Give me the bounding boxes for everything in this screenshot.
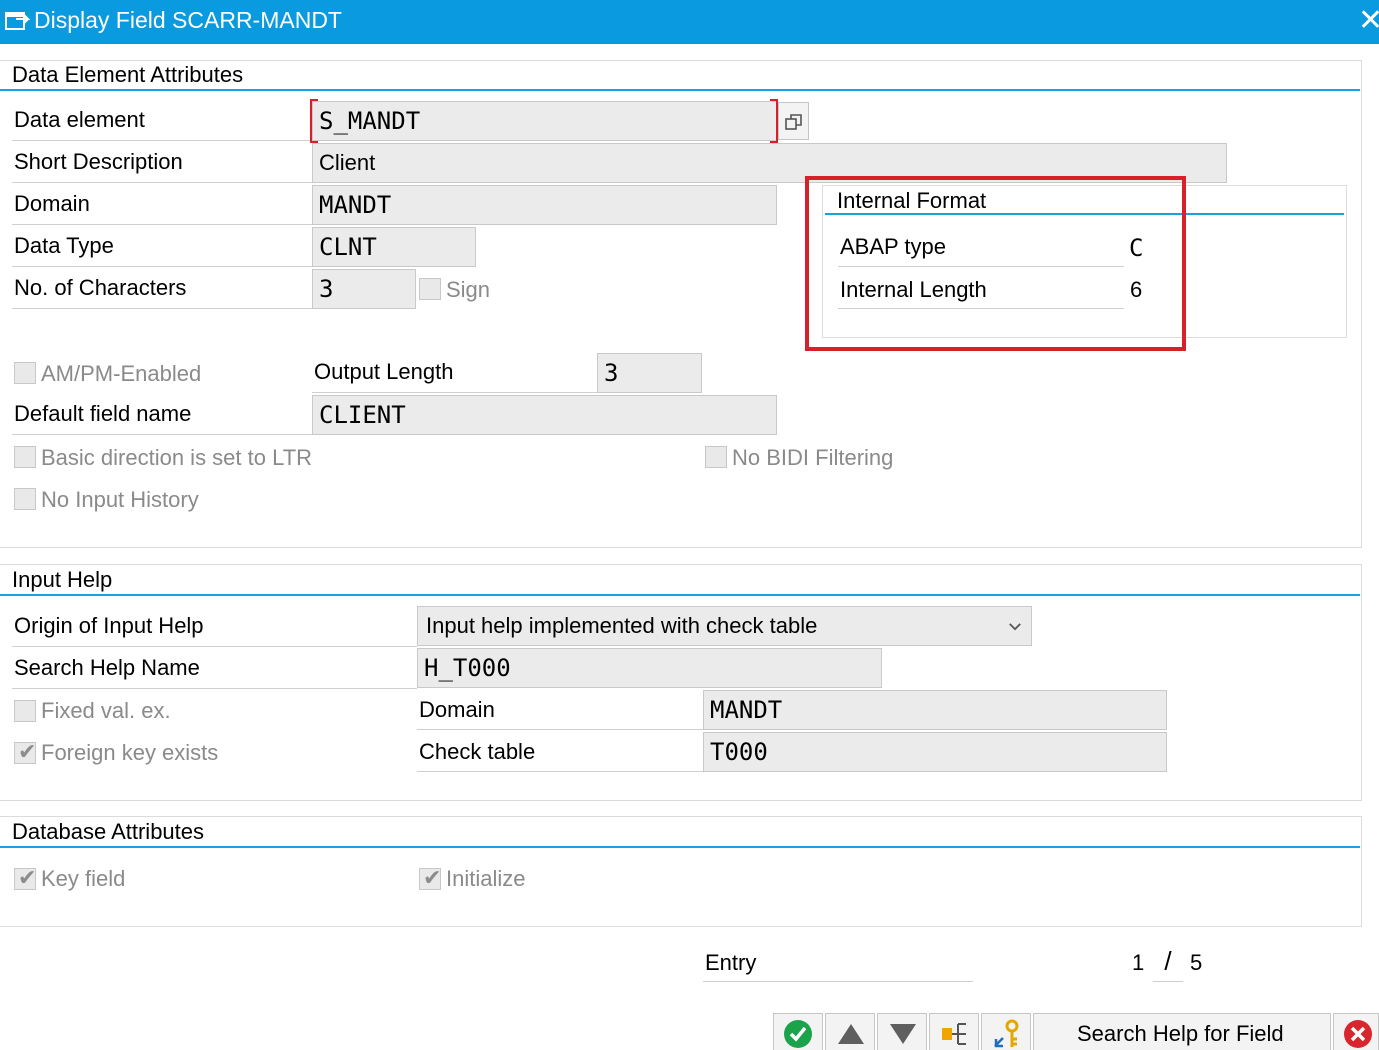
domain-field[interactable]: MANDT [312, 185, 777, 225]
next-entry-button[interactable] [877, 1013, 927, 1050]
previous-entry-button[interactable] [825, 1013, 875, 1050]
key-icon [994, 1019, 1019, 1048]
short-description-label: Short Description [12, 148, 312, 183]
section-title: Input Help [12, 567, 113, 592]
section-title: Database Attributes [12, 819, 205, 844]
initialize-checkbox[interactable]: ✔ [419, 866, 441, 890]
sign-label: Sign [446, 277, 491, 302]
am-pm-enabled-checkbox[interactable] [14, 362, 36, 384]
chevron-down-icon [1009, 623, 1021, 631]
section-title: Data Element Attributes [12, 62, 244, 87]
confirm-button[interactable] [773, 1013, 823, 1050]
am-pm-enabled-label: AM/PM-Enabled [41, 361, 202, 386]
cancel-button[interactable] [1333, 1013, 1379, 1050]
entry-current: 1 [1132, 950, 1145, 975]
no-input-history-checkbox[interactable] [14, 488, 36, 510]
initialize-label: Initialize [446, 866, 526, 891]
no-bidi-filtering-label: No BIDI Filtering [732, 445, 894, 470]
output-length-field[interactable]: 3 [597, 353, 702, 393]
search-help-name-label: Search Help Name [12, 654, 417, 689]
check-table-field[interactable]: T000 [703, 732, 1167, 772]
window-restore-icon [785, 114, 802, 130]
key-button[interactable] [981, 1013, 1031, 1050]
search-help-for-field-label: Search Help for Field [1077, 1021, 1284, 1046]
default-field-name-field[interactable]: CLIENT [312, 395, 777, 435]
triangle-up-icon [838, 1024, 864, 1044]
domain-label: Domain [12, 190, 312, 225]
section-divider [0, 89, 1360, 91]
cancel-icon [1344, 1020, 1372, 1048]
no-of-characters-field[interactable]: 3 [312, 269, 416, 309]
title-bar: Display Field SCARR-MANDT ✕ [0, 0, 1379, 44]
hierarchy-button[interactable] [929, 1013, 979, 1050]
basic-direction-checkbox[interactable] [14, 446, 36, 468]
check-table-label: Check table [417, 738, 703, 772]
input-help-domain-label: Domain [417, 696, 703, 730]
fixed-val-ex-checkbox[interactable] [14, 700, 36, 722]
window-title: Display Field SCARR-MANDT [34, 7, 342, 33]
no-bidi-filtering-checkbox[interactable] [705, 446, 727, 468]
hierarchy-icon [942, 1023, 966, 1045]
close-icon[interactable]: ✕ [1358, 6, 1379, 36]
entry-separator: / [1153, 947, 1183, 982]
no-of-characters-label: No. of Characters [12, 274, 312, 309]
key-field-label: Key field [41, 866, 126, 891]
highlight-box [805, 176, 1186, 351]
display-icon [5, 12, 30, 30]
data-element-field[interactable]: S_MANDT [312, 101, 778, 141]
checkmark-icon [784, 1020, 812, 1048]
entry-total: 5 [1190, 950, 1203, 975]
foreign-key-exists-checkbox[interactable]: ✔ [14, 740, 36, 764]
default-field-name-label: Default field name [12, 400, 312, 435]
focus-bracket-left [310, 99, 318, 143]
basic-direction-label: Basic direction is set to LTR [41, 445, 313, 470]
search-help-name-field[interactable]: H_T000 [417, 648, 882, 688]
focus-bracket-right [770, 99, 778, 143]
section-divider [0, 846, 1360, 848]
entry-label: Entry [703, 949, 973, 982]
sign-checkbox[interactable] [419, 278, 441, 300]
origin-of-input-help-value: Input help implemented with check table [426, 613, 818, 638]
fixed-val-ex-label: Fixed val. ex. [41, 698, 171, 723]
origin-of-input-help-dropdown[interactable]: Input help implemented with check table [417, 606, 1032, 646]
output-length-label: Output Length [312, 358, 597, 393]
input-help-domain-field[interactable]: MANDT [703, 690, 1167, 730]
key-field-checkbox[interactable]: ✔ [14, 866, 36, 890]
origin-of-input-help-label: Origin of Input Help [12, 612, 417, 647]
data-type-field[interactable]: CLNT [312, 227, 476, 267]
triangle-down-icon [890, 1024, 916, 1044]
data-type-label: Data Type [12, 232, 312, 267]
section-divider [0, 594, 1360, 596]
database-attributes-section [0, 816, 1362, 927]
search-help-for-field-button[interactable]: Search Help for Field [1033, 1013, 1331, 1050]
navigate-button[interactable] [778, 102, 809, 140]
foreign-key-exists-label: Foreign key exists [41, 740, 219, 765]
data-element-label: Data element [12, 106, 312, 141]
no-input-history-label: No Input History [41, 487, 199, 512]
